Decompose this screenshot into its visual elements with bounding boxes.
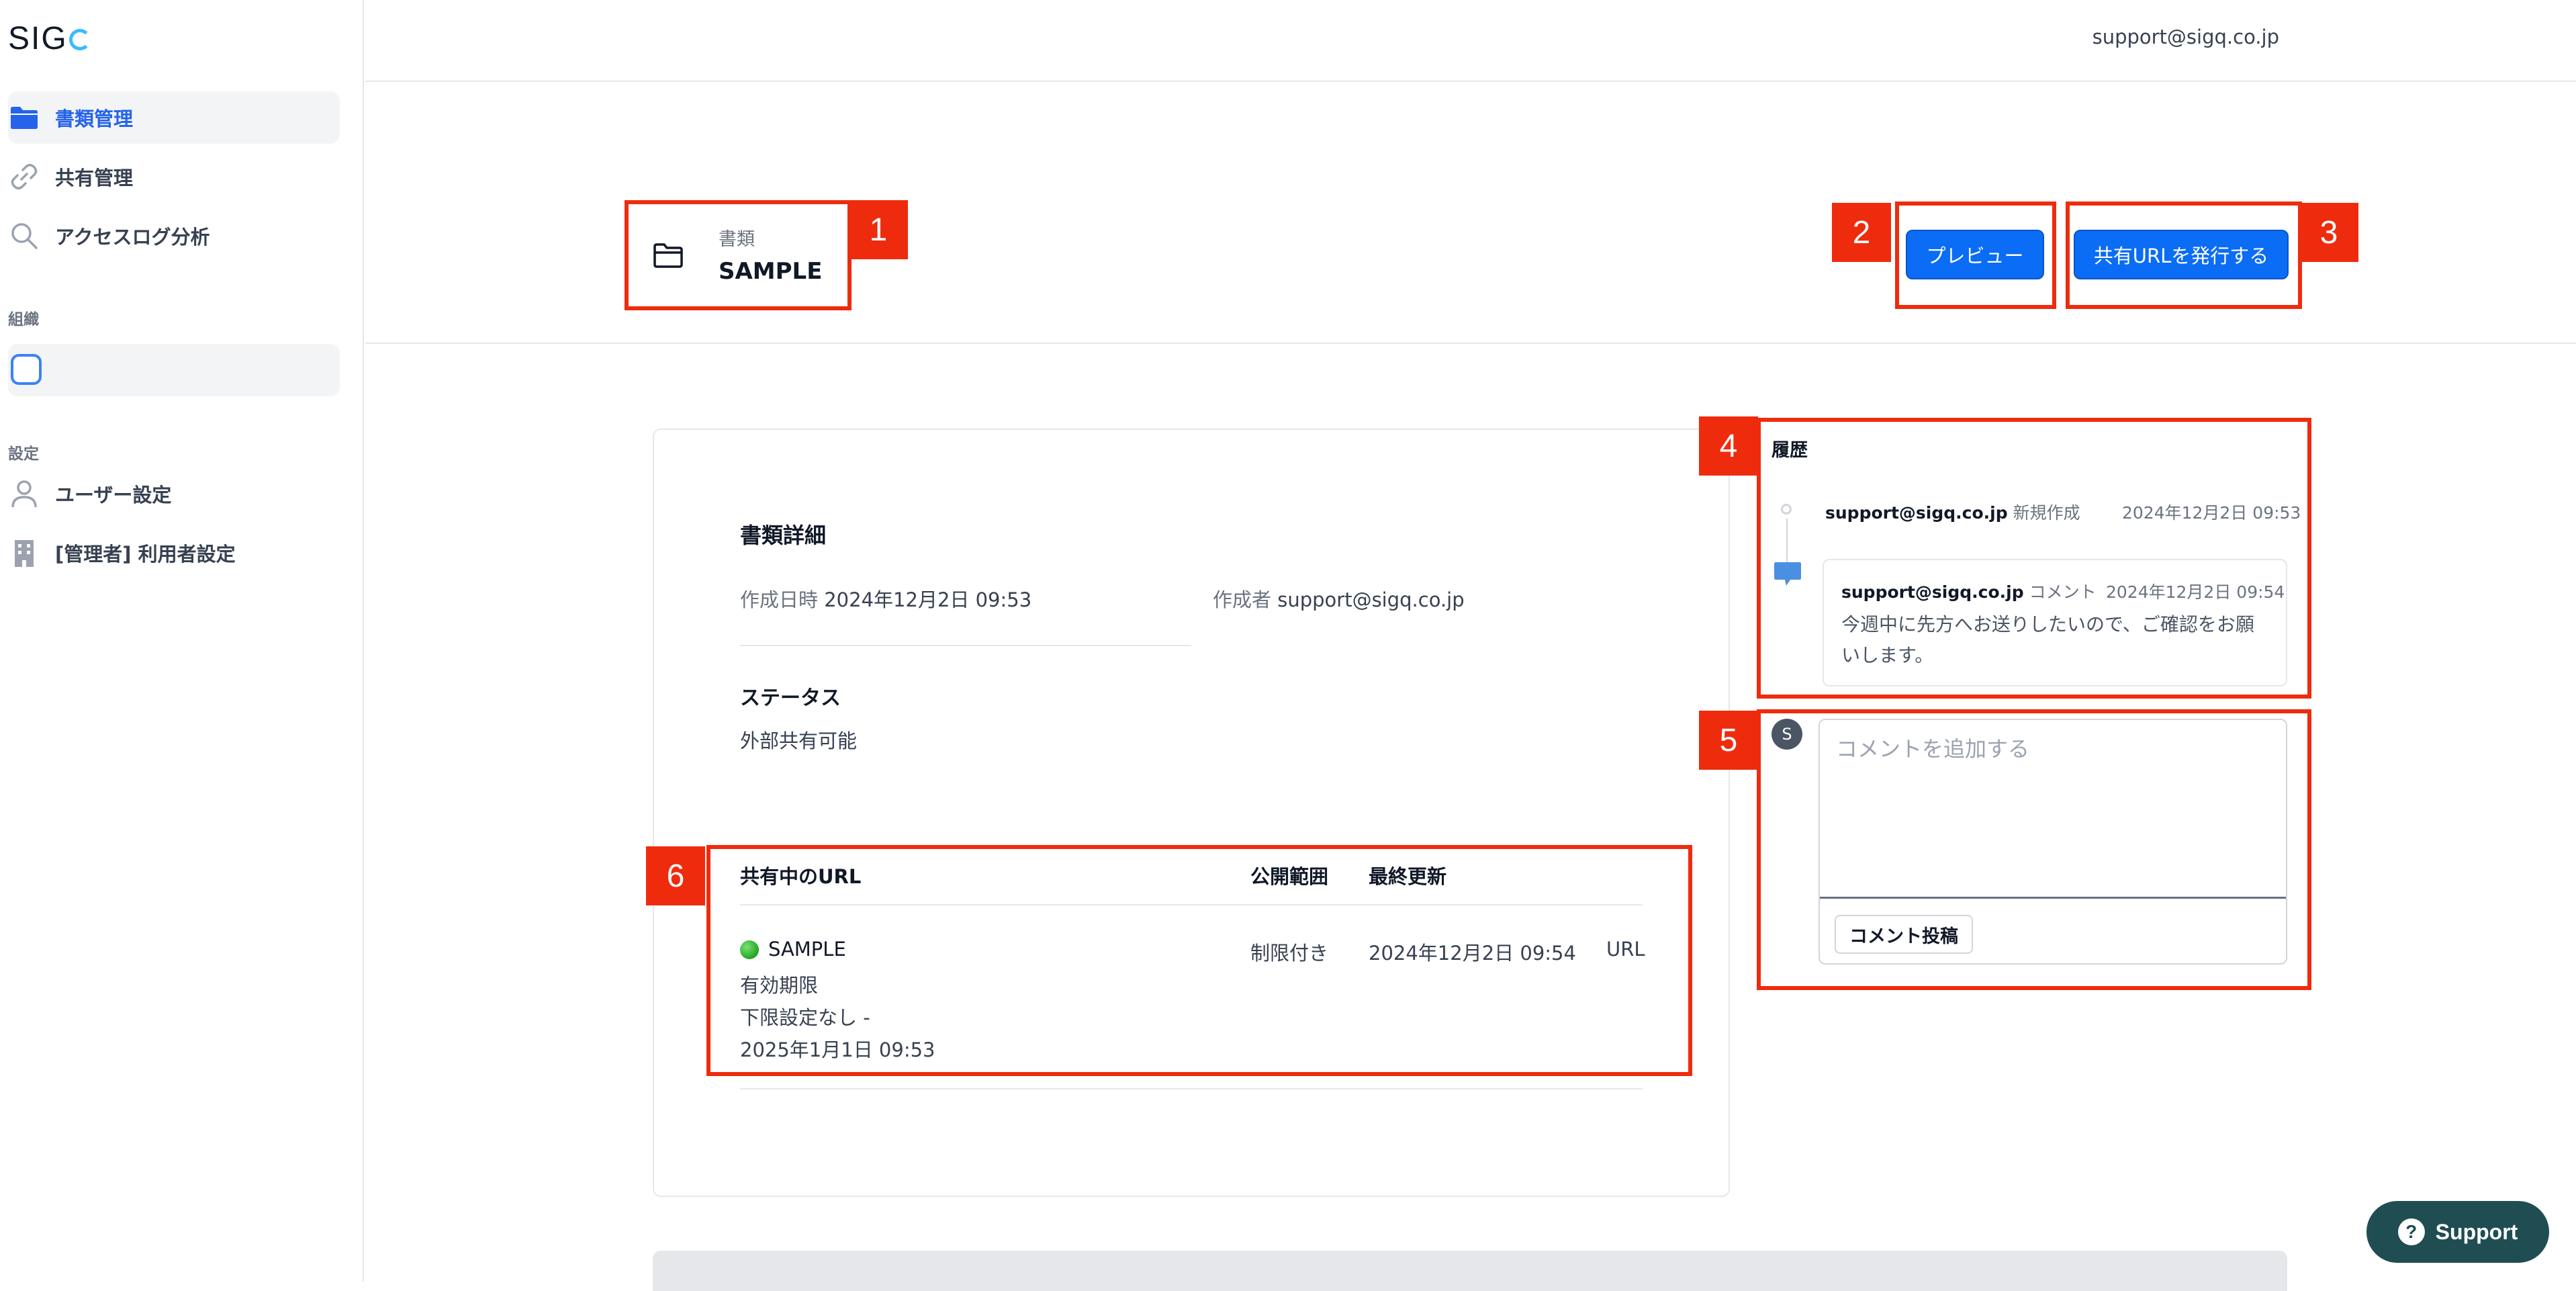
sidebar-item-documents[interactable]: 書類管理 [8, 91, 340, 144]
org-item[interactable] [8, 344, 340, 396]
org-logo-icon [11, 354, 42, 385]
search-icon [8, 220, 40, 252]
author-label: 作成者 [1213, 588, 1272, 611]
annotation-box-5 [1757, 709, 2311, 990]
author-value: support@sigq.co.jp [1277, 588, 1465, 611]
annotation-label-2: 2 [1832, 203, 1891, 262]
created-at: 作成日時 2024年12月2日 09:53 [740, 584, 1031, 613]
annotation-label-4: 4 [1699, 416, 1758, 476]
annotation-box-3 [2066, 202, 2302, 309]
details-divider [740, 645, 1191, 646]
building-icon [8, 537, 40, 569]
sidebar-item-label: [管理者] 利用者設定 [55, 543, 236, 566]
details-title: 書類詳細 [740, 523, 827, 548]
app-logo[interactable]: SIG [8, 20, 91, 57]
settings-section-label: 設定 [8, 445, 39, 463]
sidebar-item-label: 書類管理 [55, 107, 134, 130]
created-at-value: 2024年12月2日 09:53 [824, 588, 1032, 611]
status-title: ステータス [740, 686, 841, 710]
folder-icon [8, 101, 40, 134]
next-section-card [653, 1251, 2287, 1291]
org-section-label: 組織 [8, 311, 39, 328]
annotation-label-1: 1 [849, 200, 908, 259]
created-at-label: 作成日時 [740, 588, 819, 611]
top-bar: support@sigq.co.jp [365, 0, 2576, 82]
sidebar-item-user-settings[interactable]: ユーザー設定 [8, 468, 340, 520]
user-icon [8, 478, 40, 510]
sidebar-item-label: ユーザー設定 [55, 484, 172, 506]
sidebar-item-sharing[interactable]: 共有管理 [8, 150, 340, 203]
sidebar: SIG 書類管理 共有管理 アクセスログ分析 組織 設定 ユーザー設定 [管理者… [0, 0, 364, 1282]
annotation-box-6 [706, 845, 1692, 1076]
sidebar-item-admin-settings[interactable]: [管理者] 利用者設定 [8, 527, 340, 579]
sidebar-item-label: 共有管理 [55, 167, 134, 189]
sidebar-item-label: アクセスログ分析 [55, 226, 210, 249]
annotation-label-6: 6 [646, 846, 705, 905]
annotation-box-4 [1757, 418, 2311, 699]
user-email[interactable]: support@sigq.co.jp [2092, 26, 2279, 48]
help-icon: ? [2397, 1218, 2425, 1245]
support-label: Support [2435, 1219, 2518, 1244]
annotation-box-1 [625, 200, 852, 310]
support-button[interactable]: ? Support [2366, 1201, 2549, 1263]
table-row-divider [740, 1088, 1643, 1089]
annotation-label-3: 3 [2299, 203, 2358, 262]
status-value: 外部共有可能 [740, 729, 858, 752]
annotation-label-5: 5 [1699, 711, 1758, 770]
link-icon [8, 161, 40, 193]
annotation-box-2 [1895, 202, 2056, 309]
logo-ring-icon [68, 29, 91, 50]
sidebar-item-access-log[interactable]: アクセスログ分析 [8, 210, 340, 262]
author: 作成者 support@sigq.co.jp [1213, 584, 1465, 613]
